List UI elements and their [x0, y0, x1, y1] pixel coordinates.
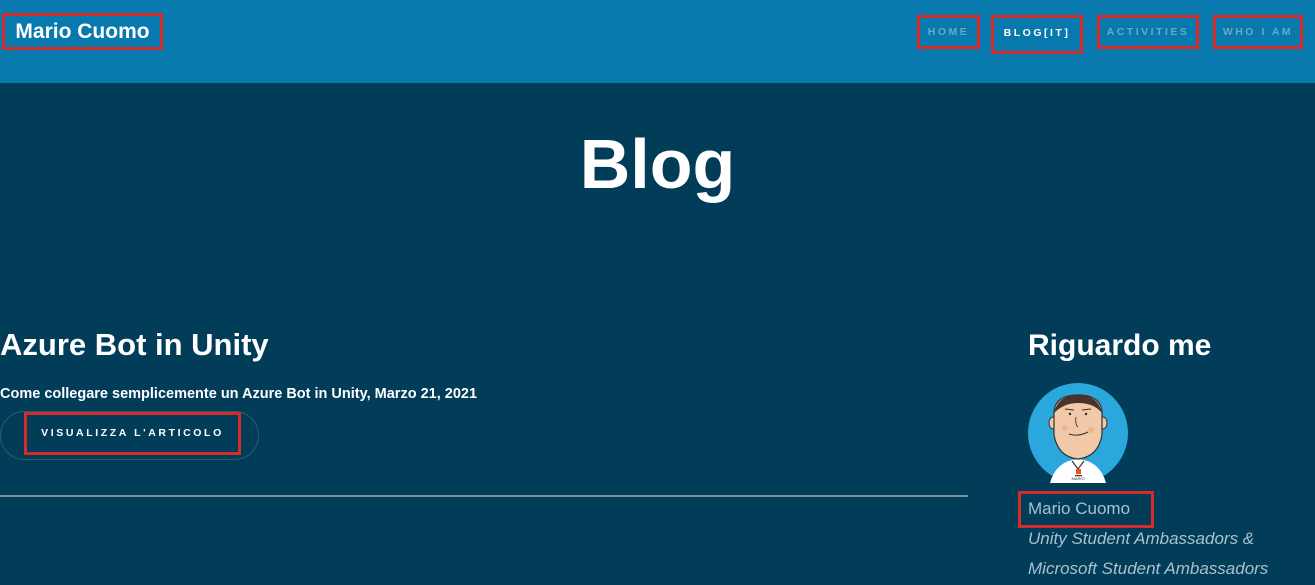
nav-who-i-am[interactable]: WHO I AM	[1213, 15, 1303, 49]
author-role-line-2: Microsoft Student Ambassadors	[1028, 559, 1269, 578]
post-title[interactable]: Azure Bot in Unity	[0, 326, 269, 364]
top-navbar: Mario Cuomo HOME BLOG[IT] ACTIVITIES WHO…	[0, 0, 1315, 83]
nav-activities[interactable]: ACTIVITIES	[1097, 15, 1199, 49]
site-brand-link[interactable]: Mario Cuomo	[2, 13, 163, 50]
read-article-label[interactable]: VISUALIZZA L'ARTICOLO	[24, 412, 241, 455]
nav-blog[interactable]: BLOG[IT]	[991, 15, 1083, 54]
post-divider	[0, 495, 968, 497]
nav-home[interactable]: HOME	[917, 15, 980, 49]
sidebar-title: Riguardo me	[1028, 329, 1212, 362]
author-role-line-1: Unity Student Ambassadors &	[1028, 529, 1255, 548]
read-article-button[interactable]: VISUALIZZA L'ARTICOLO	[0, 411, 259, 460]
avatar-badge-text: MARIO	[1071, 476, 1084, 481]
post-meta: Come collegare semplicemente un Azure Bo…	[0, 386, 478, 402]
page-title: Blog	[579, 125, 736, 203]
author-name[interactable]: Mario Cuomo	[1018, 491, 1154, 528]
author-avatar: MARIO	[1028, 383, 1128, 483]
